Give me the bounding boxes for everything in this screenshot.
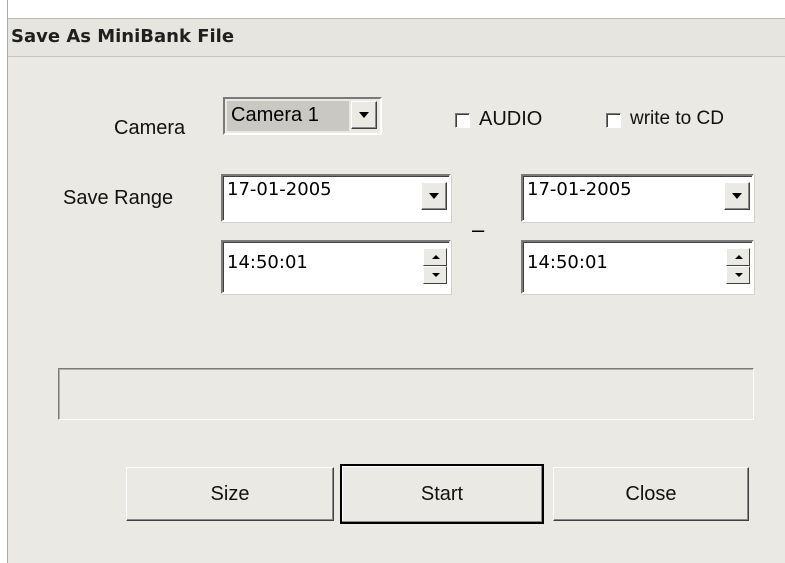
end-time-spin-buttons — [726, 248, 750, 284]
audio-checkbox[interactable] — [455, 113, 470, 128]
end-date-dropdown-button[interactable] — [724, 182, 750, 210]
title-bar[interactable]: Save As MiniBank File — [8, 18, 785, 56]
start-time-value: 14:50:01 — [227, 252, 308, 273]
start-date-value: 17-01-2005 — [227, 179, 332, 200]
end-time-decrement[interactable] — [726, 266, 750, 284]
window-left-edge — [0, 0, 8, 563]
chevron-down-icon — [359, 112, 369, 118]
start-time-spin-buttons — [423, 248, 447, 284]
end-date-value: 17-01-2005 — [527, 179, 632, 200]
range-separator: – — [472, 217, 485, 242]
start-date-picker[interactable]: 17-01-2005 — [221, 174, 451, 222]
start-time-spinner[interactable]: 14:50:01 — [221, 240, 451, 294]
chevron-down-icon — [732, 193, 742, 199]
arrow-down-icon — [735, 273, 743, 277]
camera-dropdown-button[interactable] — [351, 101, 377, 129]
audio-label: AUDIO — [479, 108, 543, 130]
start-date-dropdown-button[interactable] — [421, 182, 447, 210]
window-title: Save As MiniBank File — [11, 26, 235, 47]
arrow-up-icon — [432, 255, 440, 259]
start-time-increment[interactable] — [423, 248, 447, 266]
camera-selected-value: Camera 1 — [227, 101, 349, 131]
save-dialog: Save As MiniBank File Camera Camera 1 AU… — [0, 0, 785, 563]
end-time-increment[interactable] — [726, 248, 750, 266]
save-range-label: Save Range — [63, 187, 174, 209]
window-top-edge — [8, 0, 785, 18]
start-time-decrement[interactable] — [423, 266, 447, 284]
camera-select[interactable]: Camera 1 — [223, 97, 382, 135]
arrow-down-icon — [432, 273, 440, 277]
progress-bar — [58, 368, 754, 420]
end-date-picker[interactable]: 17-01-2005 — [521, 174, 754, 222]
write-to-cd-label: write to CD — [630, 108, 724, 129]
size-button[interactable]: Size — [126, 467, 334, 521]
write-to-cd-checkbox[interactable] — [606, 113, 621, 128]
arrow-up-icon — [735, 255, 743, 259]
start-button[interactable]: Start — [340, 464, 544, 524]
end-time-spinner[interactable]: 14:50:01 — [521, 240, 754, 294]
end-time-value: 14:50:01 — [527, 252, 608, 273]
camera-label: Camera — [114, 117, 186, 139]
chevron-down-icon — [429, 193, 439, 199]
close-button[interactable]: Close — [553, 467, 749, 521]
